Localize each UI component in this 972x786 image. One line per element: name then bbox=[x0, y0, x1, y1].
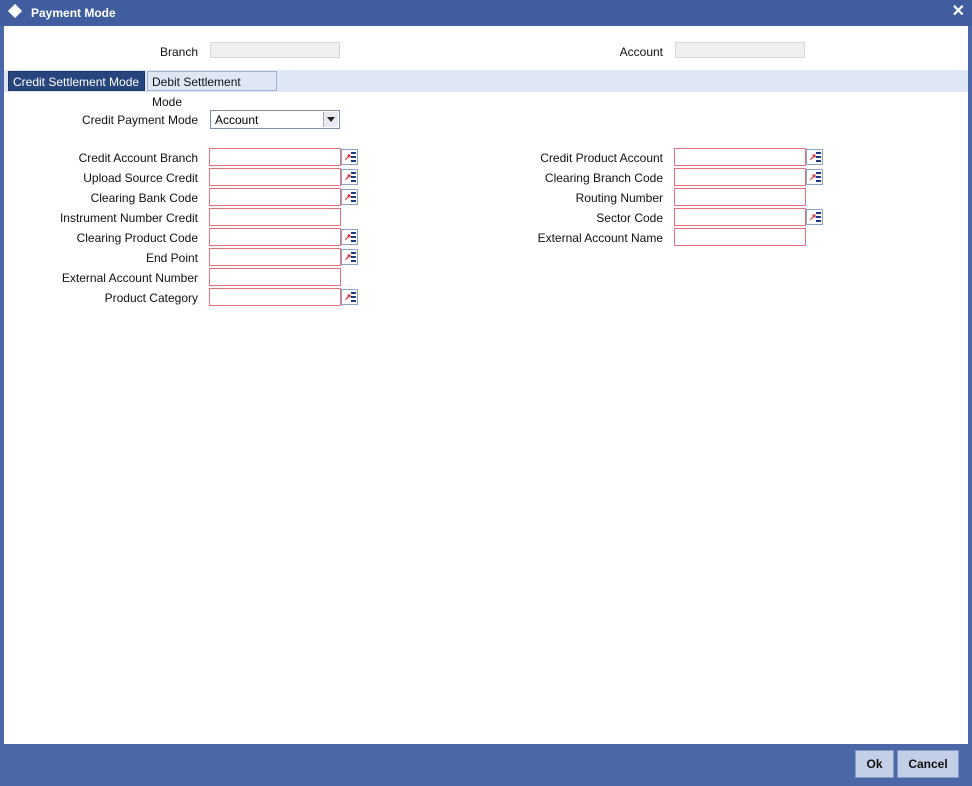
list-icon-bar bbox=[351, 300, 356, 302]
list-icon-bar bbox=[351, 256, 356, 258]
tab-debit-settlement-mode[interactable]: Debit Settlement Mode bbox=[147, 71, 277, 109]
upload-source-credit-label: Upload Source Credit bbox=[83, 171, 198, 185]
sector-code-label: Sector Code bbox=[596, 211, 663, 225]
list-icon-bar bbox=[351, 240, 356, 242]
external-account-number-label: External Account Number bbox=[61, 271, 198, 285]
product-category-input[interactable] bbox=[209, 288, 341, 306]
tab-credit-settlement-mode[interactable]: Credit Settlement Mode bbox=[8, 71, 145, 91]
list-icon-bar bbox=[351, 252, 356, 254]
list-icon-bar bbox=[351, 200, 356, 202]
instrument-number-credit-input[interactable] bbox=[209, 208, 341, 226]
list-icon-bar bbox=[351, 172, 356, 174]
clearing-product-code-input[interactable] bbox=[209, 228, 341, 246]
list-icon-bar bbox=[351, 260, 356, 262]
window-title: Payment Mode bbox=[31, 6, 116, 20]
product-category-label: Product Category bbox=[104, 291, 198, 305]
footer-bar bbox=[0, 744, 972, 786]
external-account-number-input[interactable] bbox=[209, 268, 341, 286]
clearing-bank-code-input[interactable] bbox=[209, 188, 341, 206]
cancel-button[interactable]: Cancel bbox=[897, 750, 959, 778]
credit-product-account-lov-icon[interactable]: ↗ bbox=[806, 149, 823, 165]
list-icon-bar bbox=[351, 180, 356, 182]
list-icon-bar bbox=[816, 172, 821, 174]
credit-product-account-input[interactable] bbox=[674, 148, 806, 166]
clearing-branch-code-lov-icon[interactable]: ↗ bbox=[806, 169, 823, 185]
list-icon-bar bbox=[816, 212, 821, 214]
ok-button[interactable]: Ok bbox=[855, 750, 894, 778]
credit-account-branch-lov-icon[interactable]: ↗ bbox=[341, 149, 358, 165]
clearing-product-code-lov-icon[interactable]: ↗ bbox=[341, 229, 358, 245]
credit-account-branch-label: Credit Account Branch bbox=[78, 151, 198, 165]
end-point-input[interactable] bbox=[209, 248, 341, 266]
list-icon-bar bbox=[351, 196, 356, 198]
list-icon-bar bbox=[351, 160, 356, 162]
list-icon-bar bbox=[351, 292, 356, 294]
list-icon-bar bbox=[816, 180, 821, 182]
list-icon-bar bbox=[351, 176, 356, 178]
routing-number-input[interactable] bbox=[674, 188, 806, 206]
external-account-name-input[interactable] bbox=[674, 228, 806, 246]
product-category-lov-icon[interactable]: ↗ bbox=[341, 289, 358, 305]
list-icon-bar bbox=[351, 156, 356, 158]
list-icon-bar bbox=[351, 296, 356, 298]
account-field[interactable] bbox=[675, 42, 805, 58]
end-point-lov-icon[interactable]: ↗ bbox=[341, 249, 358, 265]
list-icon-bar bbox=[351, 192, 356, 194]
external-account-name-label: External Account Name bbox=[537, 231, 663, 245]
clearing-product-code-label: Clearing Product Code bbox=[76, 231, 198, 245]
credit-payment-mode-select[interactable]: Account bbox=[210, 110, 340, 129]
diamond-icon bbox=[7, 3, 23, 19]
list-icon-bar bbox=[351, 236, 356, 238]
list-icon-bar bbox=[351, 152, 356, 154]
upload-source-credit-input[interactable] bbox=[209, 168, 341, 186]
branch-label: Branch bbox=[159, 45, 198, 59]
branch-field[interactable] bbox=[210, 42, 340, 58]
sector-code-lov-icon[interactable]: ↗ bbox=[806, 209, 823, 225]
window-frame-right bbox=[968, 26, 972, 786]
list-icon-bar bbox=[816, 216, 821, 218]
credit-account-branch-input[interactable] bbox=[209, 148, 341, 166]
upload-source-credit-lov-icon[interactable]: ↗ bbox=[341, 169, 358, 185]
credit-payment-mode-label: Credit Payment Mode bbox=[81, 113, 198, 127]
clearing-bank-code-lov-icon[interactable]: ↗ bbox=[341, 189, 358, 205]
clearing-branch-code-label: Clearing Branch Code bbox=[544, 171, 663, 185]
instrument-number-credit-label: Instrument Number Credit bbox=[59, 211, 198, 225]
list-icon-bar bbox=[816, 220, 821, 222]
clearing-bank-code-label: Clearing Bank Code bbox=[90, 191, 198, 205]
credit-product-account-label: Credit Product Account bbox=[540, 151, 663, 165]
account-label: Account bbox=[619, 45, 663, 59]
list-icon-bar bbox=[816, 176, 821, 178]
title-bar: Payment Mode ✕ bbox=[0, 0, 972, 26]
sector-code-input[interactable] bbox=[674, 208, 806, 226]
tab-strip: Credit Settlement Mode Debit Settlement … bbox=[4, 70, 968, 109]
routing-number-label: Routing Number bbox=[575, 191, 663, 205]
close-icon[interactable]: ✕ bbox=[952, 1, 965, 23]
list-icon-bar bbox=[816, 152, 821, 154]
list-icon-bar bbox=[816, 160, 821, 162]
chevron-down-icon[interactable] bbox=[323, 112, 338, 127]
window-frame-left bbox=[0, 26, 4, 786]
clearing-branch-code-input[interactable] bbox=[674, 168, 806, 186]
credit-payment-mode-value: Account bbox=[215, 113, 259, 127]
end-point-label: End Point bbox=[145, 251, 198, 265]
list-icon-bar bbox=[351, 232, 356, 234]
list-icon-bar bbox=[816, 156, 821, 158]
